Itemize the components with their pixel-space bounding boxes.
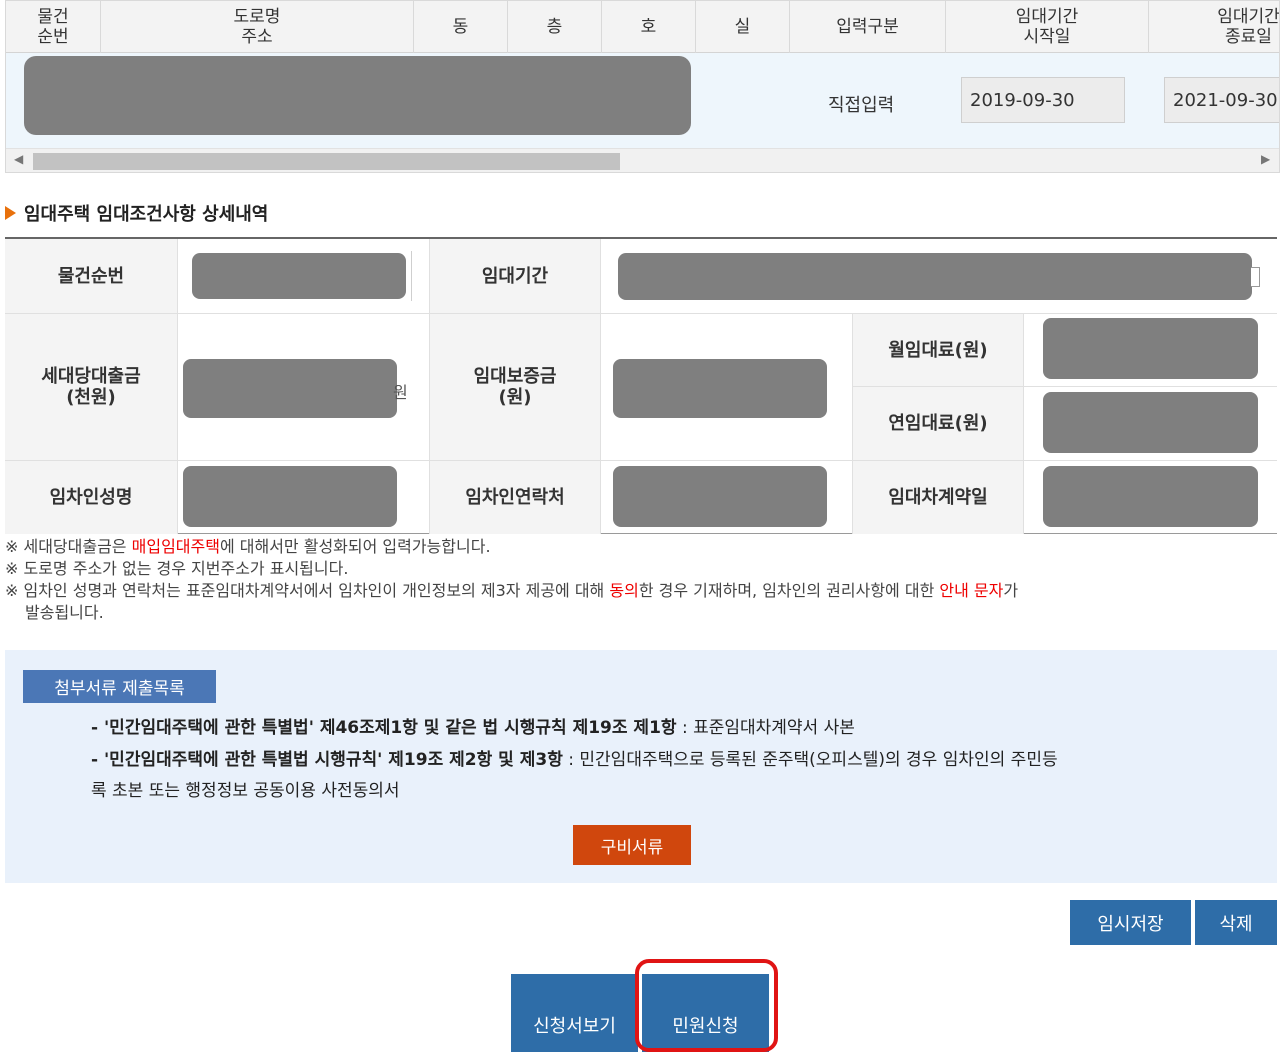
label-monthly-rent: 월임대료(원) — [852, 314, 1024, 386]
highlight-frame — [635, 959, 778, 1052]
redacted-lease-period — [618, 253, 1252, 300]
label-deposit: 임대보증금 (원) — [429, 314, 601, 460]
col-header-property-no: 물건 순번 — [6, 1, 101, 53]
attachment-item-2: - '민간임대주택에 관한 특별법 시행규칙' 제19조 제2항 및 제3항 :… — [91, 750, 1058, 770]
attachment-panel: 첨부서류 제출목록 - '민간임대주택에 관한 특별법' 제46조제1항 및 같… — [5, 650, 1277, 883]
required-documents-button[interactable]: 구비서류 — [573, 825, 691, 865]
attachment-item-2-cont: 록 초본 또는 행정정보 공동이용 사전동의서 — [91, 781, 400, 801]
view-application-button[interactable]: 신청서보기 — [511, 974, 638, 1052]
label-annual-rent: 연임대료(원) — [852, 387, 1024, 460]
horizontal-scrollbar[interactable]: ◀ ▶ — [6, 148, 1279, 172]
delete-button[interactable]: 삭제 — [1195, 900, 1277, 945]
redacted-deposit — [613, 359, 827, 418]
col-header-floor: 층 — [508, 1, 602, 53]
triangle-bullet-icon — [5, 206, 16, 220]
note-tenant-consent-cont: 발송됩니다. — [25, 603, 104, 622]
redacted-tenant-contact — [613, 466, 827, 527]
col-header-start-date: 임대기간 시작일 — [946, 1, 1149, 53]
redacted-monthly-rent — [1043, 318, 1258, 379]
col-header-input-type: 입력구분 — [790, 1, 946, 53]
note-address: ※ 도로명 주소가 없는 경우 지번주소가 표시됩니다. — [5, 559, 349, 578]
note-loan: ※ 세대당대출금은 매입임대주택에 대해서만 활성화되어 입력가능합니다. — [5, 537, 491, 556]
attachment-list-tag: 첨부서류 제출목록 — [23, 670, 216, 703]
temp-save-button[interactable]: 임시저장 — [1070, 900, 1191, 945]
start-date-field[interactable]: 2019-09-30 — [961, 77, 1125, 123]
col-header-end-date: 임대기간 종료일 — [1149, 1, 1279, 53]
col-header-ho: 호 — [602, 1, 696, 53]
redacted-address — [24, 56, 691, 135]
label-lease-period: 임대기간 — [429, 239, 601, 313]
label-contract-date: 임대차계약일 — [852, 461, 1024, 534]
col-header-room: 실 — [696, 1, 790, 53]
property-grid: 물건 순번 도로명 주소 동 층 호 실 입력구분 임대기간 시작일 임대기간 … — [5, 0, 1280, 173]
redacted-loan-amount — [183, 359, 397, 418]
grid-data-row[interactable]: 직접입력 2019-09-30 2021-09-30 — [6, 53, 1279, 148]
calendar-icon[interactable] — [1251, 267, 1260, 287]
redacted-contract-date — [1043, 466, 1258, 527]
notice-notes: ※ 세대당대출금은 매입임대주택에 대해서만 활성화되어 입력가능합니다. ※ … — [5, 536, 1275, 624]
note-tenant-consent: ※ 임차인 성명과 연락처는 표준임대차계약서에서 임차인이 개인정보의 제3자… — [5, 581, 1019, 600]
label-property-no: 물건순번 — [5, 239, 178, 313]
grid-header-row: 물건 순번 도로명 주소 동 층 호 실 입력구분 임대기간 시작일 임대기간 … — [6, 1, 1279, 53]
redacted-property-no — [192, 253, 406, 299]
lease-detail-table: 물건순번 임대기간 세대당대출금 (천원) 원 임대보증금 (원) 월임대료(원… — [5, 237, 1277, 534]
label-tenant-name: 임차인성명 — [5, 461, 178, 534]
end-date-field[interactable]: 2021-09-30 — [1164, 77, 1279, 123]
scroll-left-icon[interactable]: ◀ — [14, 152, 23, 166]
scroll-right-icon[interactable]: ▶ — [1261, 152, 1270, 166]
section-title-text: 임대주택 임대조건사항 상세내역 — [24, 204, 269, 225]
input-type-value: 직접입력 — [828, 95, 895, 116]
loan-unit-fragment: 원 — [393, 383, 408, 402]
scroll-thumb[interactable] — [33, 153, 620, 170]
label-loan-per-household: 세대당대출금 (천원) — [5, 314, 178, 460]
section-title: 임대주택 임대조건사항 상세내역 — [5, 201, 268, 225]
attachment-item-1: - '민간임대주택에 관한 특별법' 제46조제1항 및 같은 법 시행규칙 제… — [91, 718, 855, 738]
redacted-tenant-name — [183, 466, 397, 527]
label-tenant-contact: 임차인연락처 — [429, 461, 601, 534]
col-header-road-address: 도로명 주소 — [101, 1, 414, 53]
redacted-annual-rent — [1043, 392, 1258, 453]
col-header-dong: 동 — [414, 1, 508, 53]
